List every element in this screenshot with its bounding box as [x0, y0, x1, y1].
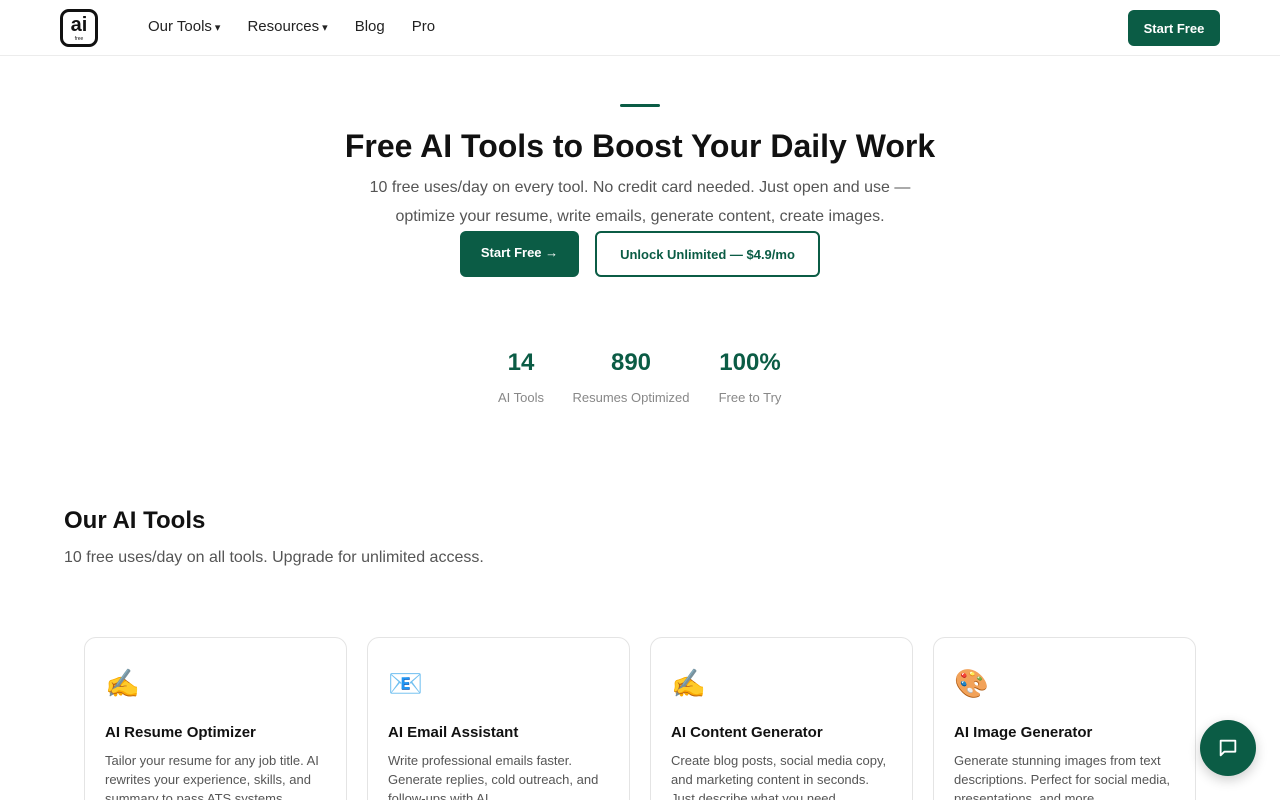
- nav-our-tools[interactable]: Our Tools ▾: [148, 18, 220, 37]
- card-description: Generate stunning images from text descr…: [954, 753, 1171, 800]
- chevron-down-icon: ▾: [214, 22, 221, 34]
- nav-label: Resources: [247, 18, 320, 35]
- section-title: Our AI Tools: [64, 507, 206, 534]
- writing-hand-icon: ✍️: [671, 668, 706, 699]
- nav-label: Pro: [411, 18, 436, 35]
- stat-resumes-optimized: 890 Resumes Optimized: [571, 349, 691, 406]
- chat-bubble-icon: [1219, 739, 1237, 757]
- nav-blog[interactable]: Blog: [355, 18, 385, 37]
- tool-card-content-generator[interactable]: ✍️ AI Content Generator Create blog post…: [650, 637, 913, 800]
- stat-value: 14: [507, 349, 535, 376]
- unlock-unlimited-button[interactable]: Unlock Unlimited — $4.9/mo: [595, 231, 820, 277]
- card-title: AI Image Generator: [954, 724, 1093, 741]
- stat-value: 100%: [719, 349, 781, 376]
- card-description: Create blog posts, social media copy, an…: [671, 753, 887, 800]
- chevron-down-icon: ▾: [322, 22, 328, 34]
- start-free-button[interactable]: Start Free →: [460, 231, 579, 277]
- tool-card-email-assistant[interactable]: 📧 AI Email Assistant Write professional …: [367, 637, 630, 800]
- card-description: Tailor your resume for any job title. AI…: [105, 753, 319, 800]
- palette-icon: 🎨: [954, 668, 989, 699]
- hero-title: Free AI Tools to Boost Your Daily Work: [344, 128, 936, 164]
- nav-resources[interactable]: Resources ▾: [247, 18, 327, 37]
- card-description: Write professional emails faster. Genera…: [388, 753, 599, 800]
- main-nav: Our Tools ▾ Resources ▾ Blog Pro: [148, 18, 462, 37]
- tool-card-image-generator[interactable]: 🎨 AI Image Generator Generate stunning i…: [933, 637, 1196, 800]
- hero-accent-line: [620, 104, 660, 107]
- stat-label: AI Tools: [497, 390, 544, 405]
- site-header: ai free Our Tools ▾ Resources ▾ Blog Pro S…: [0, 0, 1280, 56]
- stat-label: Free to Try: [718, 390, 782, 405]
- section-subtitle: 10 free uses/day on all tools. Upgrade f…: [64, 549, 484, 566]
- stat-label: Resumes Optimized: [572, 390, 690, 405]
- stat-value: 890: [610, 349, 652, 376]
- logo-text: ai: [70, 14, 88, 36]
- stat-free-to-try: 100% Free to Try: [710, 349, 790, 406]
- email-icon: 📧: [388, 668, 423, 699]
- card-title: AI Content Generator: [671, 724, 823, 741]
- hero-subtitle: 10 free uses/day on every tool. No credi…: [369, 179, 911, 225]
- site-logo[interactable]: ai free: [60, 9, 98, 47]
- card-title: AI Email Assistant: [388, 724, 519, 741]
- header-start-free-button[interactable]: Start Free: [1128, 10, 1220, 46]
- writing-hand-icon: ✍️: [105, 668, 140, 699]
- nav-label: Our Tools: [148, 18, 212, 35]
- stat-ai-tools: 14 AI Tools: [486, 349, 556, 406]
- nav-label: Blog: [354, 18, 385, 35]
- logo-subtext: free: [74, 36, 84, 42]
- nav-pro[interactable]: Pro: [412, 18, 435, 37]
- card-title: AI Resume Optimizer: [105, 724, 256, 741]
- tool-card-resume-optimizer[interactable]: ✍️ AI Resume Optimizer Tailor your resum…: [84, 637, 347, 800]
- chat-button[interactable]: [1200, 720, 1256, 776]
